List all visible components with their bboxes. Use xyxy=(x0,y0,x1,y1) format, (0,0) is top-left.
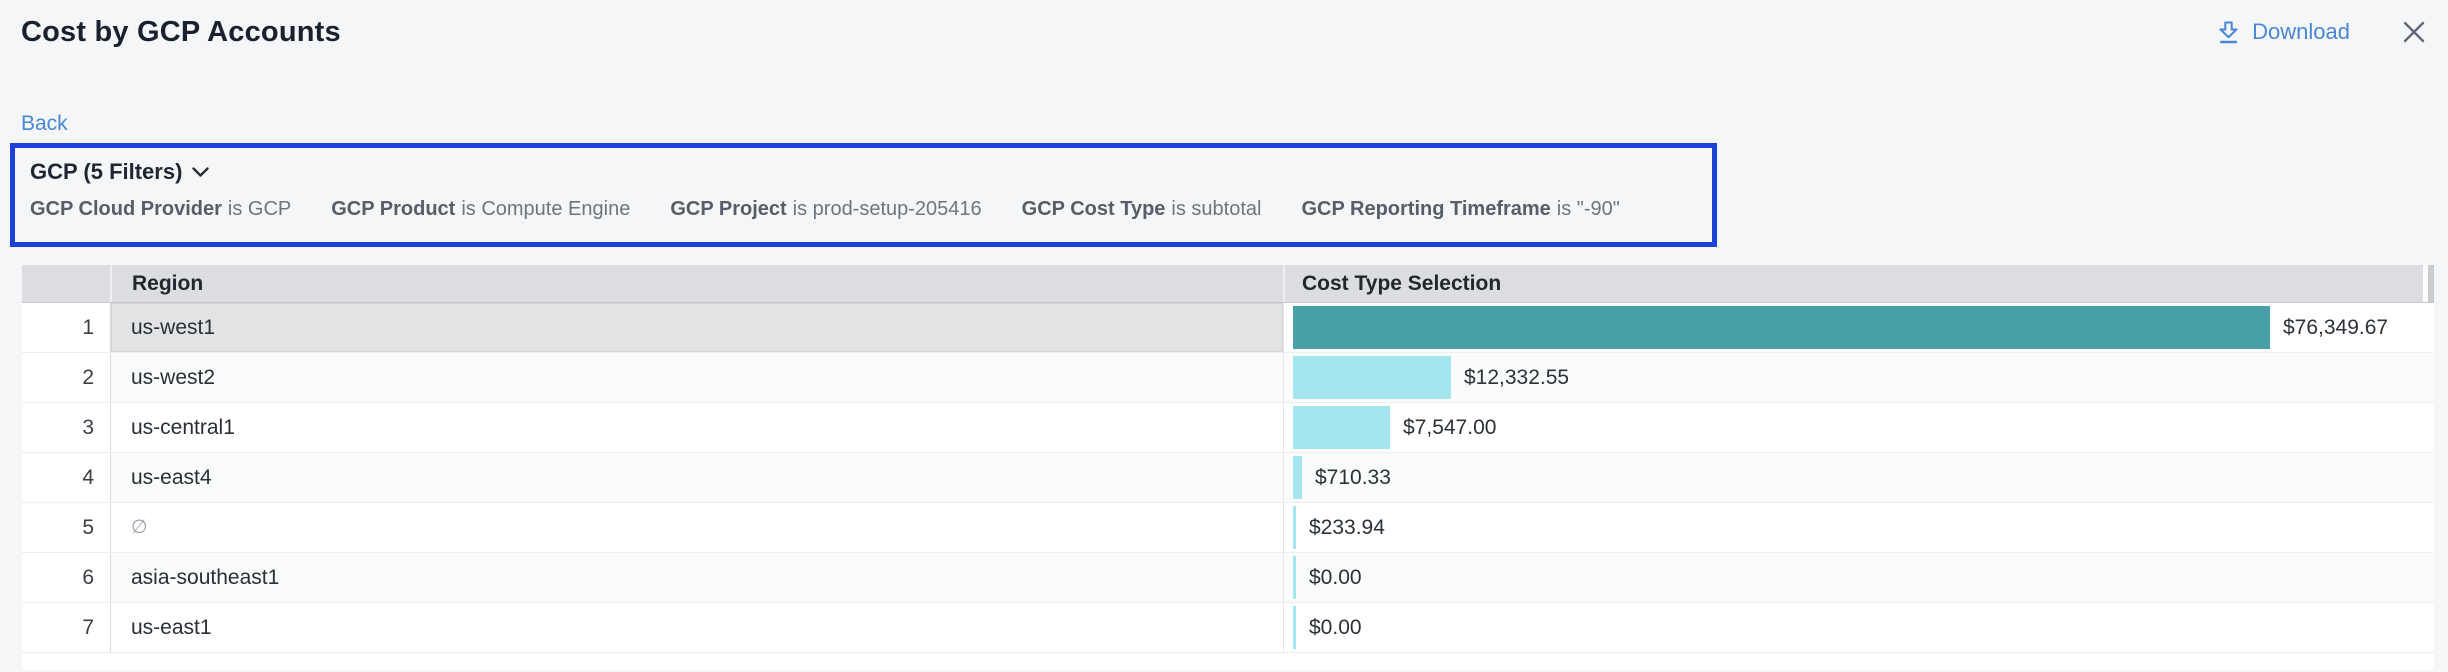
filter-chip-cost-type[interactable]: GCP Cost Typeis subtotal xyxy=(1022,198,1262,221)
filters-summary-label: GCP (5 Filters) xyxy=(30,159,182,185)
region-cell[interactable]: us-west1 xyxy=(110,303,1283,352)
cost-bar-cell: $710.33 xyxy=(1283,453,2434,502)
partial-empty-row xyxy=(22,653,2434,670)
cost-bar[interactable] xyxy=(1293,556,1296,599)
cost-bar[interactable] xyxy=(1293,306,2270,349)
back-link[interactable]: Back xyxy=(21,112,68,136)
chevron-down-icon xyxy=(191,166,210,179)
scrollbar-corner xyxy=(2428,265,2434,302)
region-cell[interactable]: us-east4 xyxy=(110,453,1283,502)
cost-value-label: $7,547.00 xyxy=(1403,416,1496,440)
table-row[interactable]: 1 us-west1 $76,349.67 xyxy=(22,303,2434,353)
cost-bar[interactable] xyxy=(1293,406,1390,449)
top-actions: Download xyxy=(2215,16,2430,48)
cost-value-label: $0.00 xyxy=(1309,566,1362,590)
cost-bar[interactable] xyxy=(1293,506,1296,549)
row-number-cell: 4 xyxy=(22,453,110,502)
table-body: 1 us-west1 $76,349.67 2 us-west2 $12,332… xyxy=(22,303,2434,670)
row-number-column-header xyxy=(22,265,110,302)
row-number-cell: 2 xyxy=(22,353,110,402)
cost-value-label: $12,332.55 xyxy=(1464,366,1569,390)
page-title: Cost by GCP Accounts xyxy=(21,16,341,49)
cost-bar-cell: $0.00 xyxy=(1283,603,2434,652)
cost-bar-cell: $12,332.55 xyxy=(1283,353,2434,402)
close-icon xyxy=(2400,18,2428,46)
cost-bar-cell: $7,547.00 xyxy=(1283,403,2434,452)
table-header-row: Region Cost Type Selection xyxy=(22,265,2434,303)
filter-chip-product[interactable]: GCP Productis Compute Engine xyxy=(331,198,630,221)
cost-table: Region Cost Type Selection 1 us-west1 $7… xyxy=(22,265,2434,670)
row-number-cell: 6 xyxy=(22,553,110,602)
filter-highlight-box: GCP (5 Filters) GCP Cloud Provideris GCP… xyxy=(10,143,1717,247)
cost-value-label: $76,349.67 xyxy=(2283,316,2388,340)
filter-chip-cloud-provider[interactable]: GCP Cloud Provideris GCP xyxy=(30,198,291,221)
download-label: Download xyxy=(2252,19,2350,45)
table-row[interactable]: 4 us-east4 $710.33 xyxy=(22,453,2434,503)
row-number-cell: 1 xyxy=(22,303,110,352)
region-cell[interactable]: us-east1 xyxy=(110,603,1283,652)
region-cell[interactable]: us-central1 xyxy=(110,403,1283,452)
table-row[interactable]: 5 ∅ $233.94 xyxy=(22,503,2434,553)
region-cell[interactable]: asia-southeast1 xyxy=(110,553,1283,602)
cost-value-label: $0.00 xyxy=(1309,616,1362,640)
top-bar: Cost by GCP Accounts Download xyxy=(21,12,2430,52)
table-row[interactable]: 3 us-central1 $7,547.00 xyxy=(22,403,2434,453)
applied-filters-row: GCP Cloud Provideris GCP GCP Productis C… xyxy=(30,198,1697,221)
table-row[interactable]: 6 asia-southeast1 $0.00 xyxy=(22,553,2434,603)
download-icon xyxy=(2215,19,2242,46)
region-column-header[interactable]: Region xyxy=(110,265,1283,302)
cost-value-label: $710.33 xyxy=(1315,466,1391,490)
row-number-cell: 3 xyxy=(22,403,110,452)
close-button[interactable] xyxy=(2398,16,2430,48)
cost-bar-cell: $233.94 xyxy=(1283,503,2434,552)
cost-type-selection-column-header[interactable]: Cost Type Selection xyxy=(1283,265,2434,302)
row-number-cell: 5 xyxy=(22,503,110,552)
filters-dropdown-toggle[interactable]: GCP (5 Filters) xyxy=(30,159,210,185)
row-number-cell: 7 xyxy=(22,603,110,652)
filter-chip-reporting-timeframe[interactable]: GCP Reporting Timeframeis "-90" xyxy=(1301,198,1619,221)
cost-value-label: $233.94 xyxy=(1309,516,1385,540)
region-cell[interactable]: us-west2 xyxy=(110,353,1283,402)
cost-bar[interactable] xyxy=(1293,456,1302,499)
filter-chip-project[interactable]: GCP Projectis prod-setup-205416 xyxy=(670,198,981,221)
table-row[interactable]: 2 us-west2 $12,332.55 xyxy=(22,353,2434,403)
cost-bar[interactable] xyxy=(1293,606,1296,649)
table-row[interactable]: 7 us-east1 $0.00 xyxy=(22,603,2434,653)
cost-bar-cell: $76,349.67 xyxy=(1283,303,2434,352)
cost-bar-cell: $0.00 xyxy=(1283,553,2434,602)
download-button[interactable]: Download xyxy=(2215,19,2350,46)
cost-by-gcp-accounts-panel: Cost by GCP Accounts Download xyxy=(0,0,2448,672)
region-cell[interactable]: ∅ xyxy=(110,503,1283,552)
cost-bar[interactable] xyxy=(1293,356,1451,399)
